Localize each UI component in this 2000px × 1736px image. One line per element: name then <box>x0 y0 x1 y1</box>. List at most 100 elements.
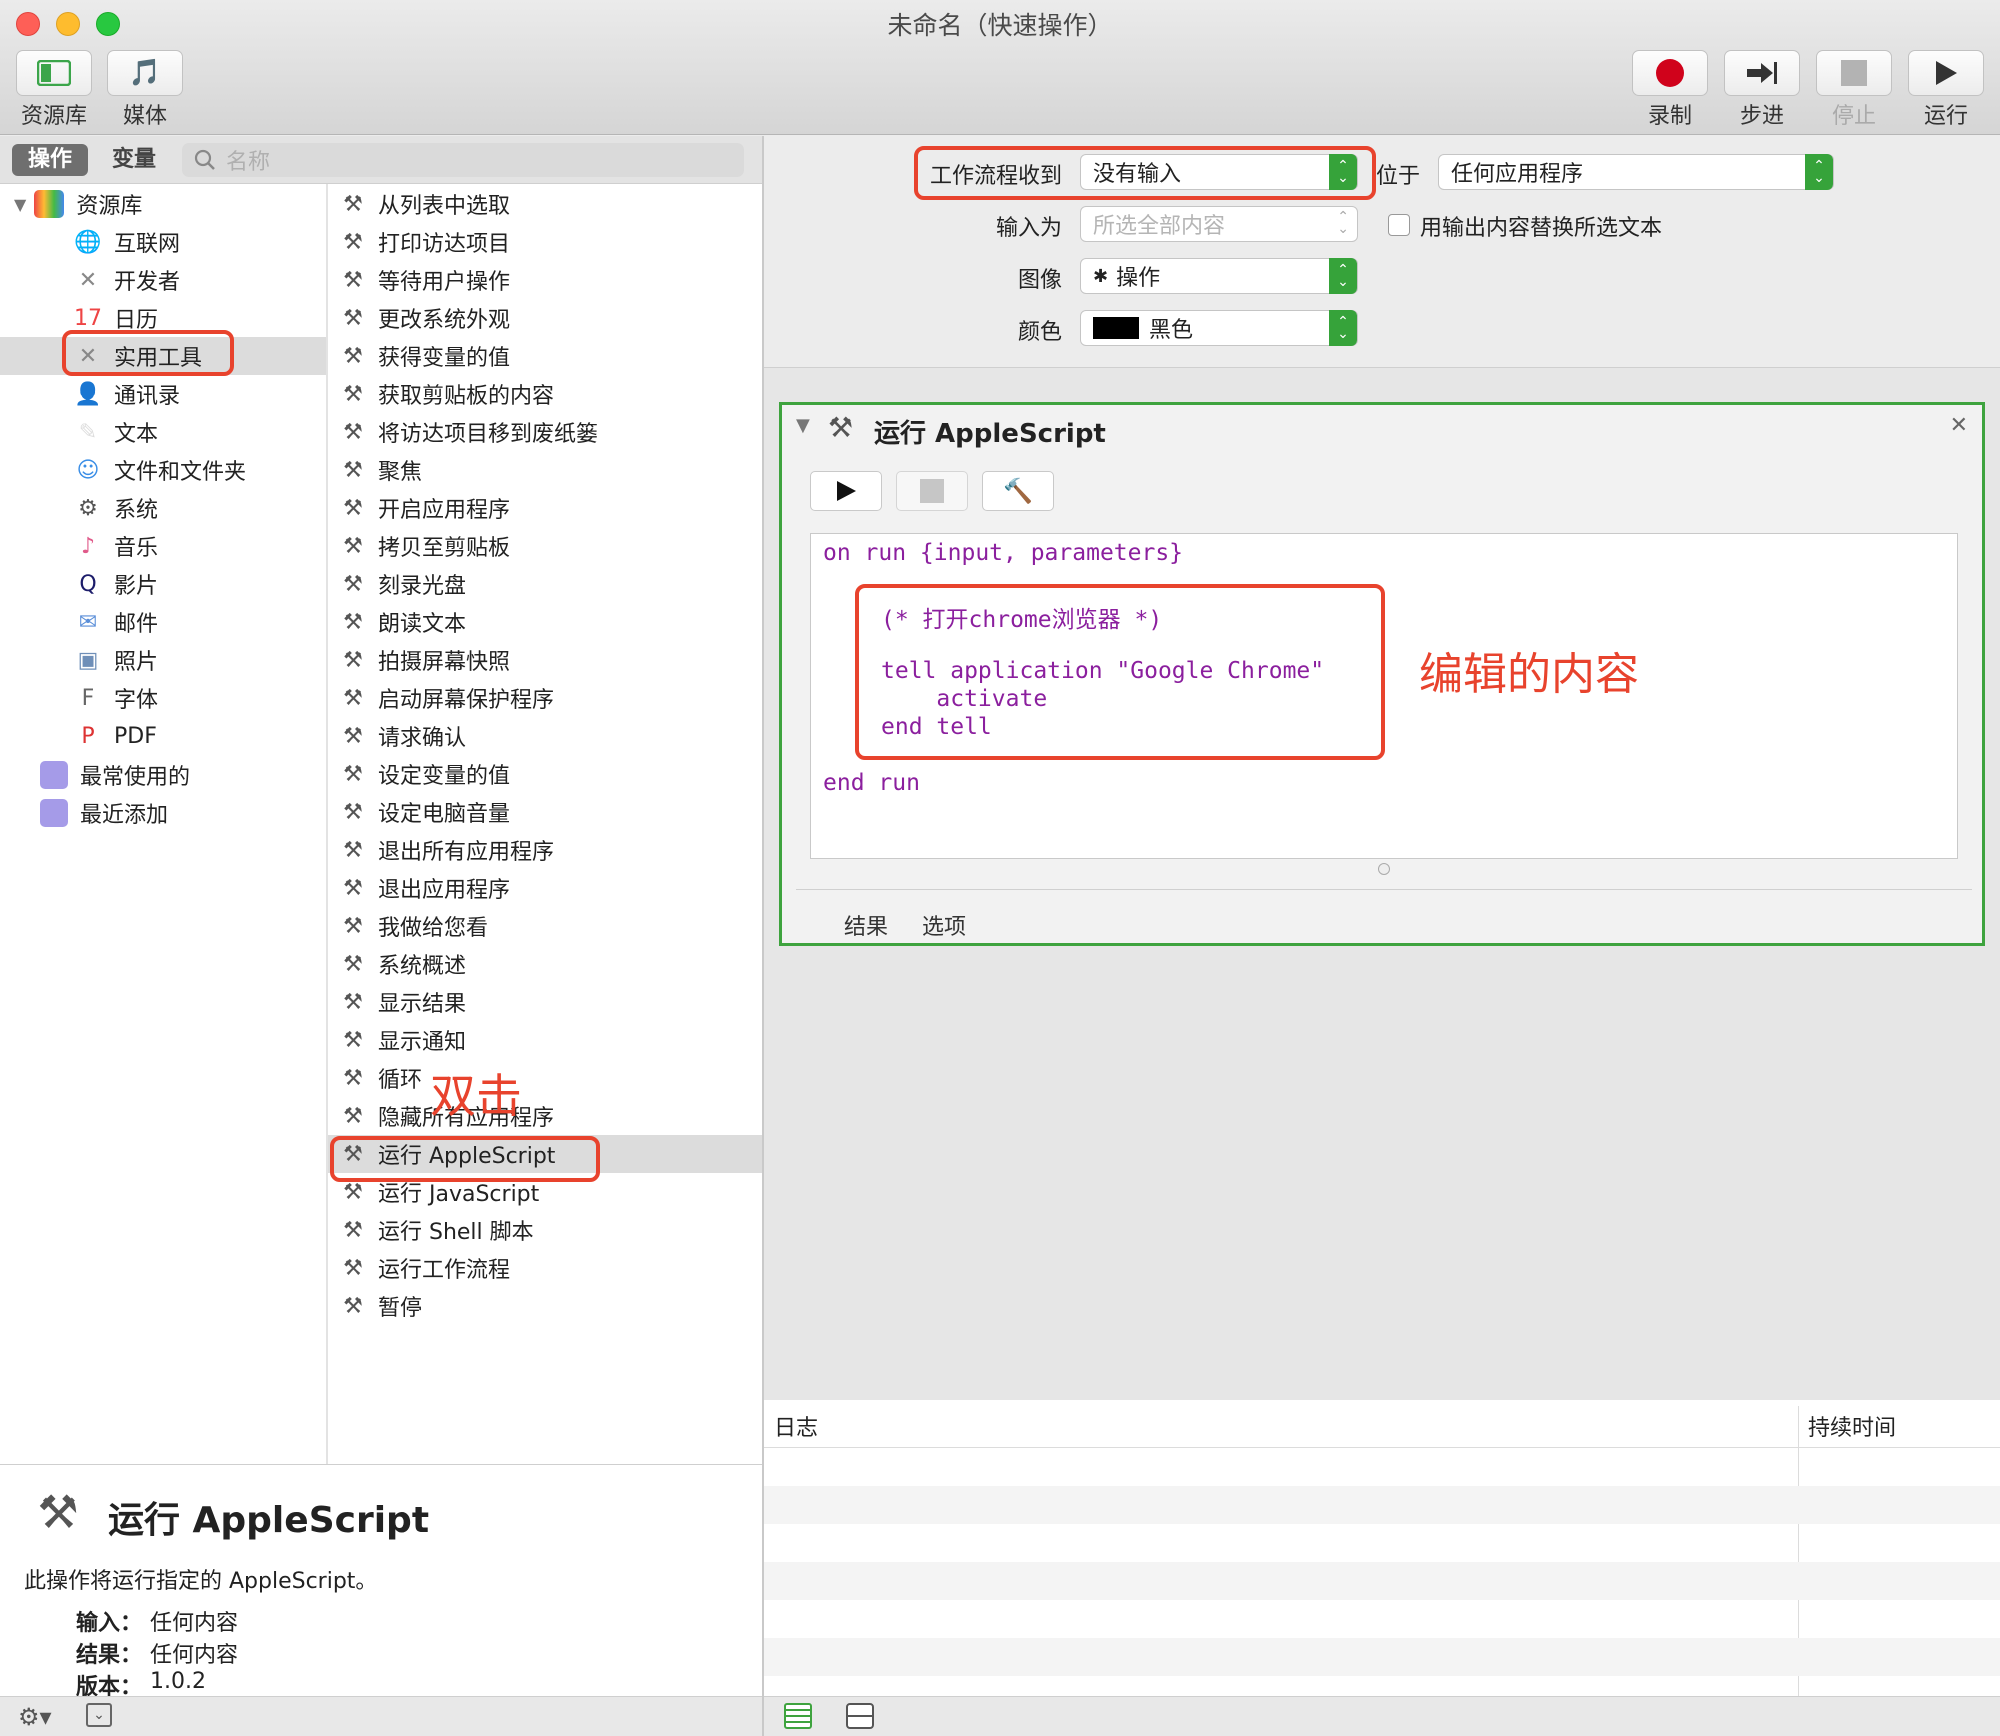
action-item[interactable]: ⚒ 更改系统外观 <box>328 299 762 337</box>
music-icon: ♪ <box>80 533 96 559</box>
run-script-button[interactable] <box>810 471 882 511</box>
log-row <box>764 1562 2000 1600</box>
annotation-double-click: 双击 <box>430 1069 522 1123</box>
search-field[interactable]: 名称 <box>182 143 744 177</box>
record-button[interactable] <box>1632 50 1708 96</box>
stop-button[interactable] <box>1816 50 1892 96</box>
close-action-icon[interactable]: ✕ <box>1950 413 1968 438</box>
sidebar-item-1[interactable]: ✕ 开发者 <box>0 261 326 299</box>
action-icon: ⚒ <box>343 419 363 445</box>
gear-menu-icon[interactable]: ⚙▾ <box>18 1703 52 1731</box>
action-item[interactable]: ⚒ 暂停 <box>328 1287 762 1325</box>
library-root[interactable]: ▼ 资源库 <box>0 185 326 223</box>
sidebar-item-4[interactable]: 👤 通讯录 <box>0 375 326 413</box>
action-item[interactable]: ⚒ 显示通知 <box>328 1021 762 1059</box>
action-item[interactable]: ⚒ 拷贝至剪贴板 <box>328 527 762 565</box>
action-item[interactable]: ⚒ 拍摄屏幕快照 <box>328 641 762 679</box>
tab-results[interactable]: 结果 <box>844 909 888 941</box>
sidebar-item-8[interactable]: ♪ 音乐 <box>0 527 326 565</box>
action-item[interactable]: ⚒ 显示结果 <box>328 983 762 1021</box>
annotation-edited-content: 编辑的内容 <box>1419 649 1639 700</box>
library-books-icon <box>34 190 65 218</box>
collapse-description-icon[interactable]: ⌄ <box>86 1703 112 1727</box>
calendar-icon: 17 <box>74 305 102 331</box>
action-item[interactable]: ⚒ 设定电脑音量 <box>328 793 762 831</box>
show-log-icon[interactable] <box>784 1703 812 1729</box>
action-card-title: 运行 AppleScript <box>874 419 1106 449</box>
tab-actions[interactable]: 操作 <box>12 144 88 176</box>
record-icon <box>1656 59 1684 87</box>
action-item[interactable]: ⚒ 隐藏所有应用程序 <box>328 1097 762 1135</box>
action-icon: ⚒ <box>343 229 363 255</box>
color-swatch <box>1093 317 1139 339</box>
result-label: 结果： <box>76 1643 143 1668</box>
action-item[interactable]: ⚒ 将访达项目移到废纸篓 <box>328 413 762 451</box>
collapse-triangle-icon[interactable]: ▼ <box>796 415 810 436</box>
run-button[interactable] <box>1908 50 1984 96</box>
action-icon: ⚒ <box>343 495 363 521</box>
in-popup[interactable]: 任何应用程序 ⌃ ⌄ <box>1438 154 1834 190</box>
action-item[interactable]: ⚒ 运行工作流程 <box>328 1249 762 1287</box>
compile-script-button[interactable]: 🔨 <box>982 471 1054 511</box>
replace-checkbox[interactable] <box>1388 214 1410 236</box>
image-popup[interactable]: ✱ 操作 ⌃ ⌄ <box>1080 258 1358 294</box>
library-button[interactable] <box>16 50 92 96</box>
color-popup[interactable]: 黑色 ⌃ ⌄ <box>1080 310 1358 346</box>
action-item[interactable]: ⚒ 等待用户操作 <box>328 261 762 299</box>
run-label: 运行 <box>1923 104 1968 129</box>
system-icon: ⚙ <box>78 495 98 521</box>
action-item[interactable]: ⚒ 运行 Shell 脚本 <box>328 1211 762 1249</box>
sidebar-item-label: 互联网 <box>114 232 181 257</box>
sidebar-item-6[interactable]: ☺ 文件和文件夹 <box>0 451 326 489</box>
action-item[interactable]: ⚒ 刻录光盘 <box>328 565 762 603</box>
action-label: 设定电脑音量 <box>378 802 511 827</box>
action-item[interactable]: ⚒ 循环 <box>328 1059 762 1097</box>
media-label: 媒体 <box>122 104 167 129</box>
sidebar-item-9[interactable]: Q 影片 <box>0 565 326 603</box>
action-item[interactable]: ⚒ 请求确认 <box>328 717 762 755</box>
action-item[interactable]: ⚒ 获得变量的值 <box>328 337 762 375</box>
play-icon <box>837 481 856 501</box>
tab-options[interactable]: 选项 <box>922 909 966 941</box>
action-item[interactable]: ⚒ 聚焦 <box>328 451 762 489</box>
action-label: 显示通知 <box>378 1030 467 1055</box>
action-item[interactable]: ⚒ 设定变量的值 <box>328 755 762 793</box>
tab-variables[interactable]: 变量 <box>96 144 172 176</box>
media-button[interactable]: 🎵 <box>107 50 183 96</box>
action-item[interactable]: ⚒ 退出所有应用程序 <box>328 831 762 869</box>
sidebar-item-7[interactable]: ⚙ 系统 <box>0 489 326 527</box>
action-item[interactable]: ⚒ 朗读文本 <box>328 603 762 641</box>
sidebar-item-10[interactable]: ✉ 邮件 <box>0 603 326 641</box>
library-recently-added[interactable]: 最近添加 <box>0 794 326 832</box>
action-item[interactable]: ⚒ 退出应用程序 <box>328 869 762 907</box>
step-button[interactable] <box>1724 50 1800 96</box>
sidebar-item-12[interactable]: F 字体 <box>0 679 326 717</box>
sidebar-item-label: 开发者 <box>114 270 181 295</box>
popup-arrows-icon: ⌃ ⌄ <box>1805 154 1833 190</box>
action-label: 等待用户操作 <box>378 270 511 295</box>
resize-handle[interactable] <box>1378 863 1390 875</box>
action-item[interactable]: ⚒ 启动屏幕保护程序 <box>328 679 762 717</box>
show-variables-icon[interactable] <box>846 1703 874 1729</box>
action-item[interactable]: ⚒ 获取剪贴板的内容 <box>328 375 762 413</box>
action-item[interactable]: ⚒ 我做给您看 <box>328 907 762 945</box>
action-item[interactable]: ⚒ 打印访达项目 <box>328 223 762 261</box>
action-item[interactable]: ⚒ 系统概述 <box>328 945 762 983</box>
action-icon: ⚒ <box>343 1065 363 1091</box>
log-column-header[interactable]: 日志 <box>774 1410 818 1442</box>
library-most-used[interactable]: 最常使用的 <box>0 756 326 794</box>
action-label: 获取剪贴板的内容 <box>378 384 555 409</box>
duration-column-header[interactable]: 持续时间 <box>1808 1410 1896 1442</box>
script-editor[interactable]: on run {input, parameters} (* 打开chrome浏览… <box>810 533 1958 859</box>
action-icon: ⚒ <box>343 913 363 939</box>
sidebar-item-5[interactable]: ✎ 文本 <box>0 413 326 451</box>
sidebar-item-0[interactable]: 🌐 互联网 <box>0 223 326 261</box>
sidebar-item-11[interactable]: ▣ 照片 <box>0 641 326 679</box>
action-item[interactable]: ⚒ 从列表中选取 <box>328 185 762 223</box>
sidebar-item-13[interactable]: P PDF <box>0 717 326 755</box>
input-is-value: 所选全部内容 <box>1093 214 1226 239</box>
action-icon: ⚒ <box>343 1217 363 1243</box>
action-item[interactable]: ⚒ 开启应用程序 <box>328 489 762 527</box>
stop-script-button[interactable] <box>896 471 968 511</box>
toolbar: 未命名（快速操作） 资源库 🎵 媒体 录制 步进 停止 运行 <box>0 0 2000 135</box>
